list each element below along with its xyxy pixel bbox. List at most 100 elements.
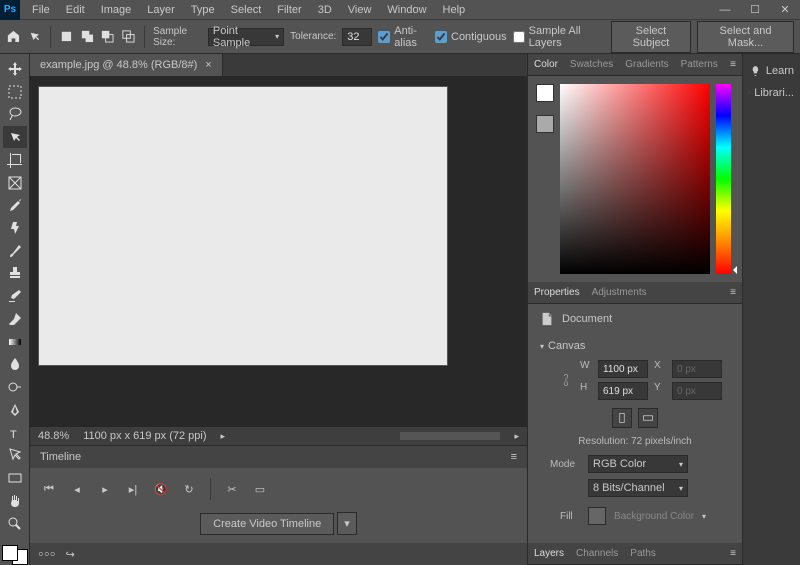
add-selection-icon[interactable] [80,28,95,46]
menu-select[interactable]: Select [223,1,270,19]
learn-panel-button[interactable]: Learn [743,60,800,82]
select-subject-button[interactable]: Select Subject [611,21,691,53]
healing-tool[interactable] [3,217,27,239]
status-arrow-icon[interactable]: ▸ [221,431,226,442]
lasso-tool[interactable] [3,103,27,125]
fill-swatch[interactable] [588,507,606,525]
first-frame-icon[interactable]: ⏮ [40,480,58,498]
sample-all-checkbox[interactable]: Sample All Layers [513,25,599,49]
menu-edit[interactable]: Edit [58,1,93,19]
tolerance-input[interactable] [342,28,372,46]
close-button[interactable]: ✕ [770,0,800,20]
frame-tool[interactable] [3,172,27,194]
subtract-selection-icon[interactable] [100,28,115,46]
tab-close-icon[interactable]: × [205,59,211,71]
create-video-timeline-button[interactable]: Create Video Timeline [200,513,334,535]
tab-patterns[interactable]: Patterns [681,59,718,70]
libraries-panel-button[interactable]: Librari... [743,82,800,104]
panel-menu-icon[interactable]: ≡ [511,451,517,463]
rectangle-tool[interactable] [3,467,27,489]
menu-type[interactable]: Type [183,1,223,19]
hue-arrow-icon[interactable] [729,266,737,274]
panel-menu-icon[interactable]: ≡ [730,287,736,298]
bits-select[interactable]: 8 Bits/Channel▾ [588,479,688,497]
next-frame-icon[interactable]: ▸| [124,480,142,498]
eraser-tool[interactable] [3,308,27,330]
landscape-icon[interactable] [638,408,658,428]
tab-gradients[interactable]: Gradients [625,59,668,70]
color-picker[interactable] [560,84,710,274]
menu-3d[interactable]: 3D [310,1,340,19]
play-icon[interactable]: ▸ [96,480,114,498]
crop-tool[interactable] [3,149,27,171]
mode-select[interactable]: RGB Color▾ [588,455,688,473]
hue-slider[interactable] [716,84,731,274]
move-tool[interactable] [3,58,27,80]
eyedropper-tool[interactable] [3,194,27,216]
canvas-viewport[interactable] [30,76,527,427]
tab-layers[interactable]: Layers [534,548,564,559]
link-icon[interactable] [560,372,572,388]
canvas[interactable] [38,86,448,366]
gradient-tool[interactable] [3,331,27,353]
brush-tool[interactable] [3,240,27,262]
resolution-text: Resolution: 72 pixels/inch [540,436,730,447]
menu-layer[interactable]: Layer [139,1,183,19]
menu-filter[interactable]: Filter [269,1,309,19]
history-brush-tool[interactable] [3,285,27,307]
intersect-selection-icon[interactable] [121,28,136,46]
width-input[interactable]: 1100 px [598,360,648,378]
tab-swatches[interactable]: Swatches [570,59,613,70]
loop-icon[interactable]: ↻ [180,480,198,498]
menu-window[interactable]: Window [379,1,434,19]
menu-file[interactable]: File [24,1,58,19]
prev-frame-icon[interactable]: ◂ [68,480,86,498]
pen-tool[interactable] [3,399,27,421]
mute-icon[interactable]: 🔇 [152,480,170,498]
panel-menu-icon[interactable]: ≡ [730,548,736,559]
home-icon[interactable] [6,28,21,46]
path-select-tool[interactable] [3,444,27,466]
tab-color[interactable]: Color [534,59,558,70]
document-icon [540,312,554,326]
menu-view[interactable]: View [340,1,380,19]
doc-tab[interactable]: example.jpg @ 48.8% (RGB/8#) × [30,54,223,76]
foreground-swatch[interactable] [2,545,18,561]
bg-color[interactable] [536,115,554,133]
timeline-dropdown-icon[interactable]: ▾ [337,512,357,535]
right-panels: Color Swatches Gradients Patterns ≡ Prop… [527,54,742,565]
tool-preset-icon[interactable] [27,28,42,46]
dodge-tool[interactable] [3,376,27,398]
blur-tool[interactable] [3,354,27,376]
fg-color[interactable] [536,84,554,102]
hand-tool[interactable] [3,490,27,512]
contiguous-checkbox[interactable]: Contiguous [435,31,507,43]
tab-adjustments[interactable]: Adjustments [592,287,647,298]
sample-size-select[interactable]: Point Sample▾ [208,28,284,46]
maximize-button[interactable]: ☐ [740,0,770,20]
tab-paths[interactable]: Paths [630,548,656,559]
panel-menu-icon[interactable]: ≡ [730,59,736,70]
color-swatches[interactable] [2,545,28,565]
zoom-level[interactable]: 48.8% [38,430,69,442]
select-and-mask-button[interactable]: Select and Mask... [697,21,794,53]
lightbulb-icon [749,64,762,78]
transition-icon[interactable]: ▭ [251,480,269,498]
height-input[interactable]: 619 px [598,382,648,400]
marquee-tool[interactable] [3,81,27,103]
antialias-checkbox[interactable]: Anti-alias [378,25,429,49]
convert-icon[interactable]: ↪ [66,548,75,561]
stamp-tool[interactable] [3,263,27,285]
minimize-button[interactable]: — [710,0,740,20]
new-selection-icon[interactable] [59,28,74,46]
scissors-icon[interactable]: ✂ [223,480,241,498]
tab-channels[interactable]: Channels [576,548,618,559]
portrait-icon[interactable] [612,408,632,428]
menu-image[interactable]: Image [93,1,140,19]
menu-help[interactable]: Help [435,1,474,19]
magic-wand-tool[interactable] [3,126,27,148]
tab-properties[interactable]: Properties [534,287,580,298]
type-tool[interactable]: T [3,422,27,444]
zoom-tool[interactable] [3,513,27,535]
canvas-section[interactable]: ▾Canvas [540,340,730,352]
